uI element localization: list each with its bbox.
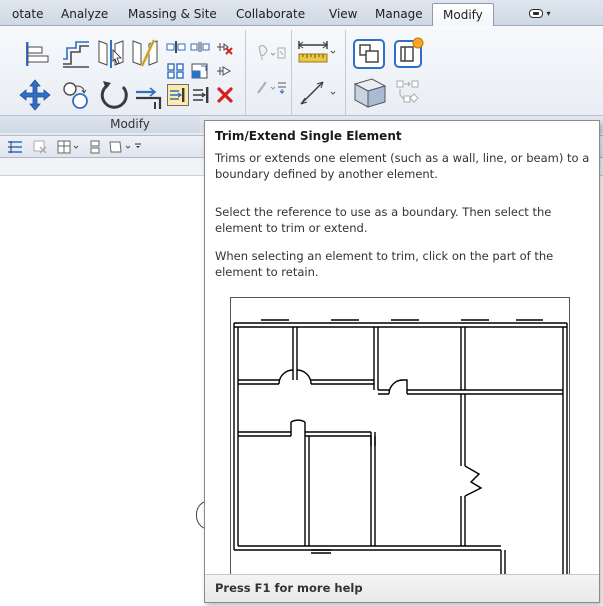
move-icon[interactable]: [18, 78, 52, 112]
tab-modify[interactable]: Modify: [432, 3, 494, 27]
pin-icon[interactable]: [214, 62, 234, 80]
tooltip-footer: Press F1 for more help: [205, 575, 599, 602]
copy-icon[interactable]: [60, 80, 92, 112]
unpin-icon[interactable]: [214, 38, 234, 56]
trim-extend-single-icon[interactable]: [167, 84, 189, 106]
array-icon[interactable]: [166, 62, 186, 80]
scale-icon[interactable]: [190, 62, 210, 80]
tab-manage[interactable]: Manage: [375, 7, 423, 21]
ribbon-tab-bar: otate Analyze Massing & Site Collaborate…: [0, 0, 603, 27]
panel-divider: [291, 30, 292, 118]
mirror-pick-axis-icon[interactable]: [96, 38, 126, 70]
panel-title-bar: Modify: [0, 115, 200, 133]
dimension-icon[interactable]: [297, 76, 337, 108]
split-with-gap-icon[interactable]: [190, 40, 210, 54]
measure-icon[interactable]: [297, 38, 337, 68]
filter-selection-icon[interactable]: [32, 139, 50, 155]
floor-plan-diagram: [233, 319, 568, 578]
tab-analyze[interactable]: Analyze: [61, 7, 108, 21]
tab-view[interactable]: View: [329, 7, 357, 21]
tab-massing-site[interactable]: Massing & Site: [128, 7, 217, 21]
create-similar-icon[interactable]: [394, 78, 424, 108]
create-assembly-icon[interactable]: [392, 36, 426, 70]
ribbon-toggle-icon: [529, 8, 544, 18]
properties-list-icon[interactable]: [6, 139, 24, 155]
align-icon[interactable]: [22, 39, 52, 69]
override-graphics-icon[interactable]: [255, 78, 287, 96]
panel-divider: [245, 30, 246, 118]
tooltip-tip: When selecting an element to trim, click…: [215, 249, 554, 279]
panel-divider: [345, 30, 346, 118]
tab-collaborate[interactable]: Collaborate: [236, 7, 305, 21]
tooltip-trim-extend-single: Trim/Extend Single Element Trims or exte…: [204, 120, 600, 603]
shape-selector-icon[interactable]: [108, 139, 148, 155]
delete-icon[interactable]: [216, 86, 234, 104]
chevron-down-icon: ▾: [546, 8, 551, 18]
tooltip-title: Trim/Extend Single Element: [215, 129, 402, 143]
mirror-draw-axis-icon[interactable]: [130, 38, 160, 70]
help-hint: Press F1 for more help: [215, 581, 363, 595]
tooltip-instructions: Select the reference to use as a boundar…: [215, 205, 552, 235]
tooltip-illustration: [230, 297, 570, 579]
trim-extend-multiple-icon[interactable]: [191, 84, 213, 106]
create-parts-icon[interactable]: [352, 76, 388, 110]
rotate-icon[interactable]: [97, 78, 131, 112]
offset-icon[interactable]: [60, 40, 92, 68]
trim-extend-corner-icon[interactable]: [134, 80, 164, 110]
tooltip-description: Trims or extends one element (such as a …: [215, 151, 590, 181]
create-group-icon[interactable]: [352, 37, 388, 71]
minimize-ribbon-button[interactable]: ▾: [525, 5, 555, 21]
split-element-icon[interactable]: [166, 40, 186, 54]
tab-annotate[interactable]: otate: [12, 7, 44, 21]
hide-in-view-icon[interactable]: [255, 44, 287, 62]
wall-tool-icon[interactable]: [88, 139, 102, 155]
type-selector-icon[interactable]: [56, 139, 82, 155]
